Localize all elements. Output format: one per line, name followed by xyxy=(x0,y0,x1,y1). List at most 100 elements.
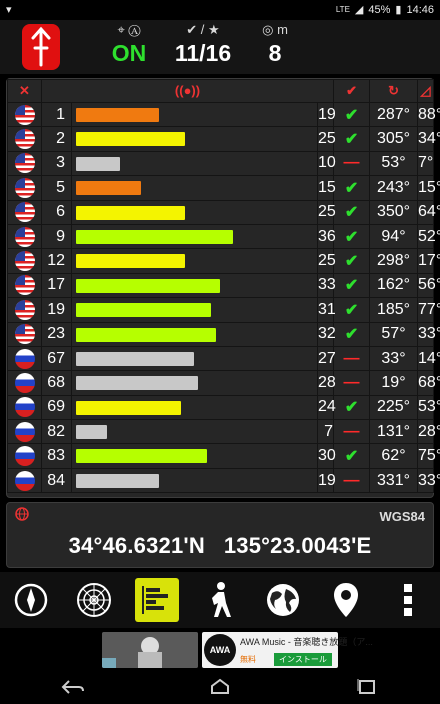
used-check-icon: ✔ xyxy=(333,272,371,299)
signal-bar xyxy=(76,376,198,391)
snr-value: 10 xyxy=(317,150,336,177)
azimuth-value: 94° xyxy=(369,223,419,250)
unused-dash-icon: ― xyxy=(333,370,371,396)
satellite-row: 23 32 ✔ 57° 33° xyxy=(7,321,440,347)
flag-cell xyxy=(7,321,42,347)
satellite-id: 5 xyxy=(41,175,72,201)
more-icon[interactable] xyxy=(386,578,430,622)
snr-value: 19 xyxy=(317,467,336,494)
signal-bar-cell xyxy=(71,297,318,323)
signal-bar xyxy=(76,108,159,122)
snr-value: 32 xyxy=(317,321,336,347)
flag-cell xyxy=(7,467,42,494)
satellite-id: 67 xyxy=(41,345,72,372)
table-header: ✕ ((●)) ✔ ↻ ◿ xyxy=(7,79,435,103)
datum-label: WGS84 xyxy=(379,509,425,524)
satellite-id: 68 xyxy=(41,370,72,396)
snr-value: 19 xyxy=(317,101,336,128)
used-check-icon: ✔ xyxy=(333,297,371,323)
home-icon[interactable] xyxy=(206,678,234,696)
satellite-id: 12 xyxy=(41,248,72,274)
elevation-value: 56° xyxy=(417,272,440,299)
azimuth-value: 243° xyxy=(369,175,419,201)
compass-icon[interactable] xyxy=(9,578,53,622)
russia-flag-icon xyxy=(14,470,35,491)
radar-icon[interactable] xyxy=(72,578,116,622)
ad-title: AWA Music - 音楽聴き放題（ア... xyxy=(240,637,373,647)
snr-value: 28 xyxy=(317,370,336,396)
us-flag-icon xyxy=(14,104,35,125)
signal-bar-cell xyxy=(71,248,318,274)
snr-value: 36 xyxy=(317,223,336,250)
satellite-check-icon: ✔ / ★ xyxy=(186,22,220,37)
signal-bar-cell xyxy=(71,223,318,250)
satellite-id: 9 xyxy=(41,223,72,250)
russia-flag-icon xyxy=(14,348,35,369)
elevation-value: 33° xyxy=(417,467,440,494)
us-flag-icon xyxy=(14,202,35,223)
elevation-value: 17° xyxy=(417,248,440,274)
ad-banner[interactable]: AWA AWA Music - 音楽聴き放題（ア... 無料 インストール xyxy=(0,630,440,670)
flag-cell xyxy=(7,297,42,323)
ad-install-button[interactable]: インストール xyxy=(274,653,332,666)
signal-bar xyxy=(76,205,185,220)
azimuth-value: 298° xyxy=(369,248,419,274)
signal-bar-cell xyxy=(71,467,318,494)
app-logo-icon[interactable] xyxy=(22,24,60,70)
accuracy-value: 8 xyxy=(268,40,282,66)
ad-image[interactable] xyxy=(102,632,198,668)
us-flag-icon xyxy=(14,177,35,198)
snr-value: 27 xyxy=(317,345,336,372)
flag-cell xyxy=(7,175,42,201)
coordinates: 34°46.6321'N 135°23.0043'E xyxy=(68,533,372,558)
azimuth-header-icon: ↻ xyxy=(369,79,419,103)
flag-cell xyxy=(7,150,42,177)
ad-free-label: 無料 xyxy=(240,655,256,664)
elevation-value: 34° xyxy=(417,126,440,152)
signal-bars-icon[interactable] xyxy=(135,578,180,622)
status-bar: ▾ LTE ◢ 45% ▮ 14:46 xyxy=(0,0,440,20)
flag-cell xyxy=(7,101,42,128)
signal-bar-cell xyxy=(71,175,318,201)
location-pin-icon[interactable] xyxy=(324,578,368,622)
us-flag-icon xyxy=(14,324,35,345)
elevation-value: 7° xyxy=(417,150,435,177)
flag-cell xyxy=(7,370,42,396)
accuracy-group: ◎ m 8 xyxy=(250,22,300,68)
signal-bar-cell xyxy=(71,150,318,177)
signal-bar-cell xyxy=(71,126,318,152)
satellite-row: 9 36 ✔ 94° 52° xyxy=(7,223,440,250)
ad-card[interactable]: AWA AWA Music - 音楽聴き放題（ア... 無料 インストール xyxy=(202,632,373,668)
snr-value: 31 xyxy=(317,297,336,323)
satellite-id: 17 xyxy=(41,272,72,299)
back-icon[interactable] xyxy=(59,678,87,696)
walker-icon[interactable] xyxy=(198,578,242,622)
satellite-row: 19 31 ✔ 185° 77° xyxy=(7,297,440,323)
used-check-icon: ✔ xyxy=(333,101,371,128)
satellite-id: 6 xyxy=(41,199,72,225)
elevation-value: 28° xyxy=(417,419,440,445)
flag-cell xyxy=(7,199,42,225)
satellite-id: 3 xyxy=(41,150,72,177)
top-bar: ⌖ Ⓐ ON ✔ / ★ 11/16 ◎ m 8 xyxy=(0,20,440,74)
signal-bar xyxy=(76,303,211,318)
used-check-icon: ✔ xyxy=(333,394,371,421)
elevation-value: 15° xyxy=(417,175,440,201)
elevation-value: 52° xyxy=(417,223,440,250)
recents-icon[interactable] xyxy=(353,678,381,696)
us-flag-icon xyxy=(14,275,35,296)
us-flag-icon xyxy=(14,153,35,174)
flag-cell xyxy=(7,443,42,469)
accuracy-unit: m xyxy=(277,22,288,37)
satellite-table: ✕ ((●)) ✔ ↻ ◿ 1 19 ✔ 287° 88° 2 25 ✔ 305° 34° 3 10 ―… xyxy=(7,79,440,494)
satellite-panel: ✕ ((●)) ✔ ↻ ◿ 1 19 ✔ 287° 88° 2 25 ✔ 305° 34° 3 10 ―… xyxy=(6,78,440,498)
elevation-value: 64° xyxy=(417,199,440,225)
signal-bar xyxy=(76,327,216,342)
satellite-id: 1 xyxy=(41,101,72,128)
satellite-id: 19 xyxy=(41,297,72,323)
satellite-row: 67 27 ― 33° 14° xyxy=(7,345,440,372)
globe-icon[interactable] xyxy=(261,578,305,622)
used-check-icon: ✔ xyxy=(333,321,371,347)
azimuth-value: 287° xyxy=(369,101,419,128)
satellite-row: 82 7 ― 131° 28° xyxy=(7,419,440,445)
